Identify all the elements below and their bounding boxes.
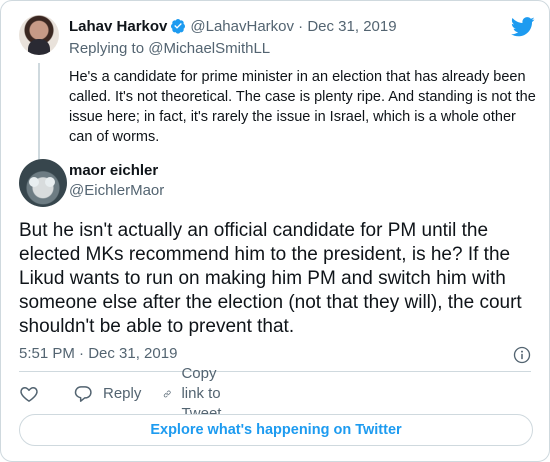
parent-tweet-text: He's a candidate for prime minister in a… — [69, 69, 536, 145]
heart-icon — [20, 387, 38, 402]
author-name[interactable]: Lahav Harkov — [69, 18, 167, 35]
tweet-text: But he isn't actually an official candid… — [19, 220, 522, 337]
separator-dot: · — [298, 18, 304, 35]
tweet-timestamp[interactable]: 5:51 PM · Dec 31, 2019 — [19, 344, 177, 364]
reply-label: Reply — [103, 385, 142, 402]
copy-link-button[interactable]: Copy link to Tweet — [163, 365, 233, 422]
avatar[interactable] — [19, 15, 59, 55]
info-icon[interactable] — [513, 346, 531, 364]
like-button[interactable] — [19, 383, 39, 405]
verified-badge-icon — [171, 19, 186, 34]
explore-twitter-button[interactable]: Explore what's happening on Twitter — [19, 414, 533, 446]
parent-tweet-header: Lahav Harkov @LahavHarkov · Dec 31, 2019 — [69, 17, 397, 37]
twitter-bird-icon[interactable] — [511, 17, 535, 37]
embedded-tweet-card: Lahav Harkov @LahavHarkov · Dec 31, 2019 … — [0, 0, 550, 462]
avatar[interactable] — [19, 159, 67, 207]
replying-to-label[interactable]: Replying to @MichaelSmithLL — [69, 39, 270, 59]
author-handle[interactable]: @EichlerMaor — [69, 181, 164, 201]
thread-connector-line — [38, 63, 40, 161]
author-handle[interactable]: @LahavHarkov — [190, 18, 294, 35]
divider — [19, 371, 531, 372]
reply-button[interactable]: Reply — [73, 383, 141, 405]
link-icon — [163, 390, 171, 398]
tweet-date-link[interactable]: Dec 31, 2019 — [307, 18, 396, 35]
reply-icon — [74, 386, 92, 402]
author-name[interactable]: maor eichler — [69, 161, 158, 181]
